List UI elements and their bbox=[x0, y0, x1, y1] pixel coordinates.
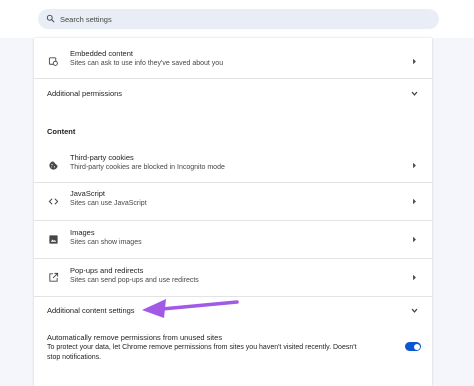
open-external-icon bbox=[47, 271, 59, 283]
images-row[interactable]: Images Sites can show images bbox=[34, 221, 432, 257]
annotation-arrow-icon bbox=[142, 299, 239, 318]
chevron-right-icon bbox=[410, 57, 418, 65]
toggle-knob bbox=[413, 343, 420, 350]
javascript-subtitle: Sites can use JavaScript bbox=[70, 200, 147, 207]
site-settings-card: Embedded content Sites can ask to use in… bbox=[34, 38, 432, 386]
search-icon bbox=[46, 10, 55, 28]
third-party-cookies-row[interactable]: Third-party cookies Third-party cookies … bbox=[34, 148, 432, 182]
chevron-right-icon bbox=[410, 273, 418, 281]
images-subtitle: Sites can show images bbox=[70, 239, 142, 246]
chevron-down-icon bbox=[410, 89, 418, 97]
embedded-content-subtitle: Sites can ask to use info they've saved … bbox=[70, 60, 224, 67]
auto-remove-subtitle-line2: stop notifications. bbox=[47, 354, 102, 361]
code-brackets-icon bbox=[47, 195, 59, 207]
chevron-right-icon bbox=[410, 235, 418, 243]
embedded-content-title: Embedded content bbox=[70, 49, 133, 58]
third-party-cookies-subtitle: Third-party cookies are blocked in Incog… bbox=[70, 164, 225, 171]
auto-remove-toggle[interactable] bbox=[405, 342, 421, 351]
popups-redirects-subtitle: Sites can send pop-ups and use redirects bbox=[70, 277, 199, 284]
embedded-content-icon bbox=[47, 55, 59, 67]
search-box[interactable] bbox=[38, 9, 439, 29]
auto-remove-title: Automatically remove permissions from un… bbox=[47, 333, 223, 342]
chevron-down-icon bbox=[410, 306, 418, 314]
third-party-cookies-title: Third-party cookies bbox=[70, 153, 134, 162]
images-title: Images bbox=[70, 228, 95, 237]
additional-content-settings-label: Additional content settings bbox=[47, 306, 135, 315]
javascript-title: JavaScript bbox=[70, 189, 106, 198]
image-icon bbox=[47, 233, 59, 245]
popups-redirects-title: Pop-ups and redirects bbox=[70, 266, 144, 275]
javascript-row[interactable]: JavaScript Sites can use JavaScript bbox=[34, 183, 432, 219]
auto-remove-permissions-text: Automatically remove permissions from un… bbox=[47, 333, 357, 363]
chevron-right-icon bbox=[410, 197, 418, 205]
additional-permissions-row[interactable]: Additional permissions bbox=[34, 79, 432, 107]
additional-permissions-label: Additional permissions bbox=[47, 89, 123, 98]
content-section-heading: Content bbox=[47, 127, 76, 136]
settings-header bbox=[0, 0, 474, 38]
auto-remove-subtitle-line1: To protect your data, let Chrome remove … bbox=[47, 344, 357, 351]
embedded-content-row[interactable]: Embedded content Sites can ask to use in… bbox=[34, 46, 432, 76]
chevron-right-icon bbox=[410, 161, 418, 169]
search-input[interactable] bbox=[60, 14, 420, 24]
popups-redirects-row[interactable]: Pop-ups and redirects Sites can send pop… bbox=[34, 259, 432, 295]
cookie-icon bbox=[47, 159, 59, 171]
